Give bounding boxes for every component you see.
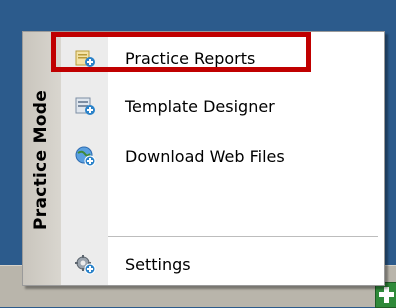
menu-item-label: Practice Reports <box>125 48 256 68</box>
menu-separator <box>108 236 378 237</box>
menu-item-download-web-files[interactable]: Download Web Files <box>61 136 384 176</box>
menu-item-settings[interactable]: Settings <box>61 244 384 284</box>
menu-sidebar-title: Practice Mode <box>31 89 51 230</box>
menu-item-template-designer[interactable]: Template Designer <box>61 86 384 126</box>
gear-icon <box>61 253 108 275</box>
report-add-icon <box>61 48 108 68</box>
globe-download-icon <box>61 145 108 167</box>
menu-item-practice-reports[interactable]: Practice Reports <box>61 38 384 78</box>
menu-item-label: Download Web Files <box>125 146 285 166</box>
menu-item-label: Settings <box>125 254 191 274</box>
practice-mode-menu: Practice Mode Practice Reports Template … <box>22 31 385 286</box>
template-icon <box>61 96 108 116</box>
menu-item-label: Template Designer <box>125 96 275 116</box>
